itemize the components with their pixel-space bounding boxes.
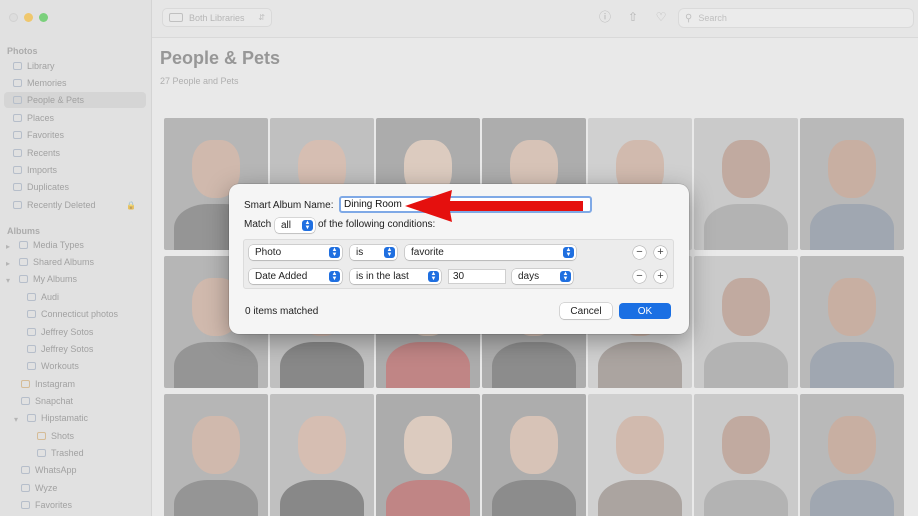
condition-value-value: favorite: [411, 247, 444, 258]
remove-condition-button[interactable]: −: [633, 270, 646, 283]
updown-chevron-icon: ▲ ▼: [329, 247, 340, 258]
add-condition-button[interactable]: +: [654, 246, 667, 259]
condition-operator-value: is in the last: [356, 271, 409, 282]
updown-chevron-icon: ▲ ▼: [560, 271, 571, 282]
updown-chevron-icon: ▲ ▼: [329, 271, 340, 282]
ok-button[interactable]: OK: [619, 303, 671, 319]
updown-chevron-icon: ▲ ▼: [302, 220, 313, 231]
add-condition-button[interactable]: +: [654, 270, 667, 283]
condition-unit-select[interactable]: days ▲ ▼: [512, 269, 573, 284]
match-select-value: all: [281, 220, 292, 231]
match-label: Match: [244, 219, 272, 230]
condition-number-value: 30: [453, 271, 465, 282]
condition-number-input[interactable]: 30: [448, 269, 506, 284]
condition-field-select[interactable]: Date Added ▲ ▼: [249, 269, 342, 284]
condition-unit-value: days: [518, 271, 540, 282]
smart-album-dialog: Smart Album Name: Match all ▲▼ of the fo…: [229, 184, 689, 334]
smart-album-name-input[interactable]: [339, 196, 592, 213]
condition-operator-select[interactable]: is ▲ ▼: [350, 245, 397, 260]
match-select[interactable]: all ▲ ▼: [275, 218, 315, 233]
updown-chevron-icon: ▲ ▼: [384, 247, 395, 258]
items-matched-text: 0 items matched: [245, 306, 319, 317]
remove-condition-button[interactable]: −: [633, 246, 646, 259]
smart-album-name-label: Smart Album Name:: [244, 200, 334, 211]
cancel-button[interactable]: Cancel: [560, 303, 612, 319]
condition-operator-select[interactable]: is in the last ▲ ▼: [350, 269, 441, 284]
condition-operator-value: is: [356, 247, 364, 258]
match-suffix-label: of the following conditions:: [318, 219, 436, 230]
condition-value-select[interactable]: favorite ▲ ▼: [405, 245, 576, 260]
updown-chevron-icon: ▲ ▼: [563, 247, 574, 258]
updown-chevron-icon: ▲ ▼: [428, 271, 439, 282]
condition-field-value: Photo: [255, 247, 282, 258]
conditions-box: Photo ▲ ▼ is ▲ ▼ favorite ▲ ▼ − + Date Adde…: [243, 239, 674, 289]
condition-field-value: Date Added: [255, 271, 308, 282]
condition-field-select[interactable]: Photo ▲ ▼: [249, 245, 342, 260]
